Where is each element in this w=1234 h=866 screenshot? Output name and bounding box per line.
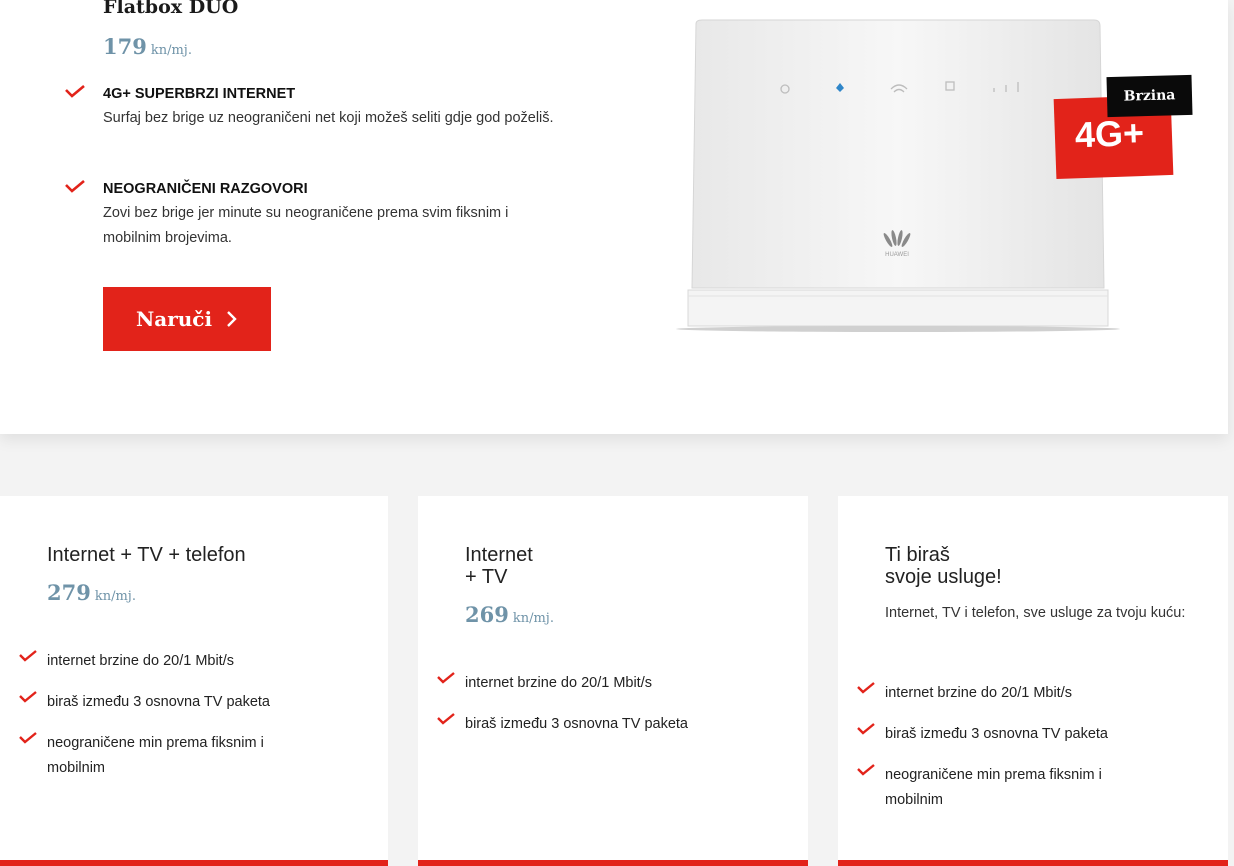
card-accent-bar [418,860,808,866]
svg-text:HUAWEI: HUAWEI [885,252,909,258]
check-icon [19,732,37,744]
check-icon [65,85,85,98]
check-icon [857,764,875,776]
check-icon [437,672,455,684]
card-title-line: Internet [465,544,533,566]
card-price: 279 kn/mj. [47,580,136,605]
feature-internet: 4G+ SUPERBRZI INTERNET Surfaj bez brige … [64,84,564,131]
list-item: neograničene min prema fiksnim i mobilni… [18,731,338,781]
card-accent-bar [0,860,388,866]
card-title-line: + TV [465,566,508,588]
feature-description: Zovi bez brige jer minute su neograničen… [103,205,509,246]
feature-title: NEOGRANIČENI RAZGOVORI [103,181,308,197]
list-item-text: internet brzine do 20/1 Mbit/s [47,653,234,669]
feature-description: Surfaj bez brige uz neograničeni net koj… [103,110,554,126]
chevron-right-icon [227,311,237,327]
check-icon [857,682,875,694]
card-price: 269 kn/mj. [465,602,554,627]
check-icon [65,180,85,193]
list-item-text: biraš između 3 osnovna TV paketa [885,726,1109,742]
card-accent-bar [838,860,1228,866]
list-item: internet brzine do 20/1 Mbit/s [18,649,338,674]
list-item-text: biraš između 3 osnovna TV paketa [465,716,689,732]
price-amount: 269 [465,602,509,627]
product-hero: Flatbox DUO 179 kn/mj. 4G+ SUPERBRZI INTE… [0,0,1228,434]
list-item: biraš između 3 osnovna TV paketa [856,722,1176,747]
feature-calls: NEOGRANIČENI RAZGOVORI Zovi bez brige je… [64,179,564,251]
list-item: biraš između 3 osnovna TV paketa [18,690,338,715]
check-icon [857,723,875,735]
list-item: internet brzine do 20/1 Mbit/s [436,671,756,696]
router-illustration: HUAWEI [676,19,1120,332]
check-icon [437,713,455,725]
list-item-text: neograničene min prema fiksnim i mobilni… [47,735,264,776]
order-button[interactable]: Naruči [103,287,271,351]
list-item-text: internet brzine do 20/1 Mbit/s [465,675,652,691]
order-button-label: Naruči [135,307,213,331]
card-title-line: Ti biraš [885,544,950,566]
speed-badge-label: Brzina [1106,74,1193,118]
router-image: HUAWEI [676,18,1120,334]
speed-badge-value: 4G+ [1074,111,1145,156]
card-title: Internet + TV [465,544,533,588]
list-item-text: biraš između 3 osnovna TV paketa [47,694,271,710]
price-unit: kn/mj. [512,611,554,626]
card-title-line: svoje usluge! [885,566,1002,588]
card-title: Internet + TV + telefon [47,544,246,566]
list-item-text: neograničene min prema fiksnim i mobilni… [885,767,1102,808]
product-price: 179 kn/mj. [103,34,192,59]
price-unit: kn/mj. [94,589,136,604]
list-item: biraš između 3 osnovna TV paketa [436,712,756,737]
price-unit: kn/mj. [150,43,192,58]
package-card-custom[interactable]: Ti biraš svoje usluge! Internet, TV i te… [838,496,1228,866]
feature-title: 4G+ SUPERBRZI INTERNET [103,86,296,102]
list-item: internet brzine do 20/1 Mbit/s [856,681,1176,706]
card-title: Ti biraš svoje usluge! [885,544,1002,588]
price-amount: 179 [103,34,147,59]
product-title: Flatbox DUO [103,0,239,18]
package-card-internet-tv[interactable]: Internet + TV 269 kn/mj. internet brzine … [418,496,808,866]
package-card-internet-tv-phone[interactable]: Internet + TV + telefon 279 kn/mj. intern… [0,496,388,866]
check-icon [19,650,37,662]
list-item: neograničene min prema fiksnim i mobilni… [856,763,1176,813]
list-item-text: internet brzine do 20/1 Mbit/s [885,685,1072,701]
card-description: Internet, TV i telefon, sve usluge za tv… [885,605,1186,621]
price-amount: 279 [47,580,91,605]
check-icon [19,691,37,703]
